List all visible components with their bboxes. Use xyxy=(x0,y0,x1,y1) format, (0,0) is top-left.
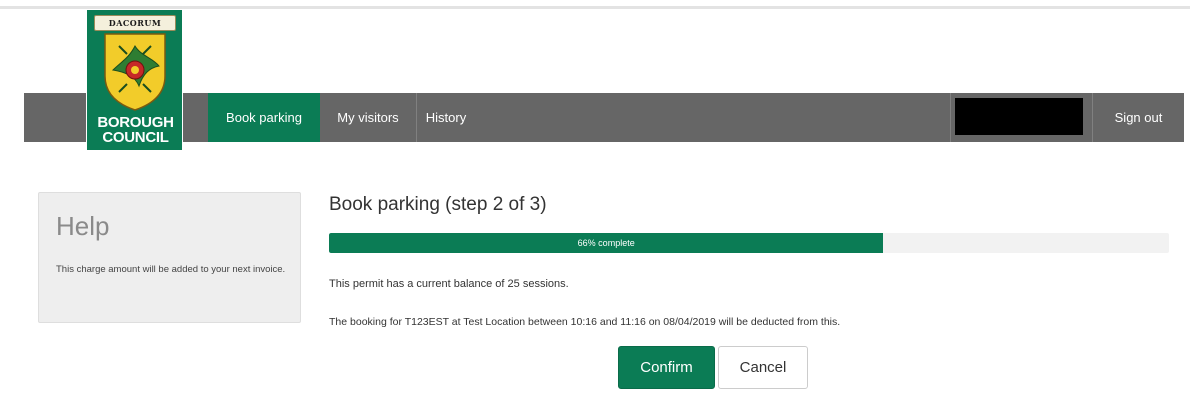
balance-text: This permit has a current balance of 25 … xyxy=(329,278,569,290)
confirm-button[interactable]: Confirm xyxy=(618,346,715,389)
logo-text-borough: BOROUGH xyxy=(97,114,174,131)
help-text: This charge amount will be added to your… xyxy=(56,264,286,275)
progress-bar: 66% complete xyxy=(329,233,1169,253)
help-panel: Help This charge amount will be added to… xyxy=(38,192,301,323)
redacted-user-name xyxy=(955,98,1083,135)
nav-divider xyxy=(950,93,951,142)
logo-banner: DACORUM xyxy=(94,15,176,31)
sign-out-link[interactable]: Sign out xyxy=(1093,93,1184,142)
progress-label: 66% complete xyxy=(577,238,635,248)
page-title: Book parking (step 2 of 3) xyxy=(329,194,547,215)
nav-my-visitors[interactable]: My visitors xyxy=(320,93,416,142)
help-title: Help xyxy=(56,211,110,241)
council-logo[interactable]: DACORUM BOROUGH COUNCIL xyxy=(86,9,183,151)
booking-summary-text: The booking for T123EST at Test Location… xyxy=(329,316,841,328)
logo-text-council: COUNCIL xyxy=(102,129,169,146)
logo-banner-text: DACORUM xyxy=(108,18,162,28)
council-crest-icon xyxy=(104,33,166,111)
nav-history[interactable]: History xyxy=(416,93,476,142)
cancel-button[interactable]: Cancel xyxy=(718,346,808,389)
main-navigation: Book parking My visitors History Sign ou… xyxy=(24,93,1184,142)
nav-book-parking[interactable]: Book parking xyxy=(208,93,320,142)
